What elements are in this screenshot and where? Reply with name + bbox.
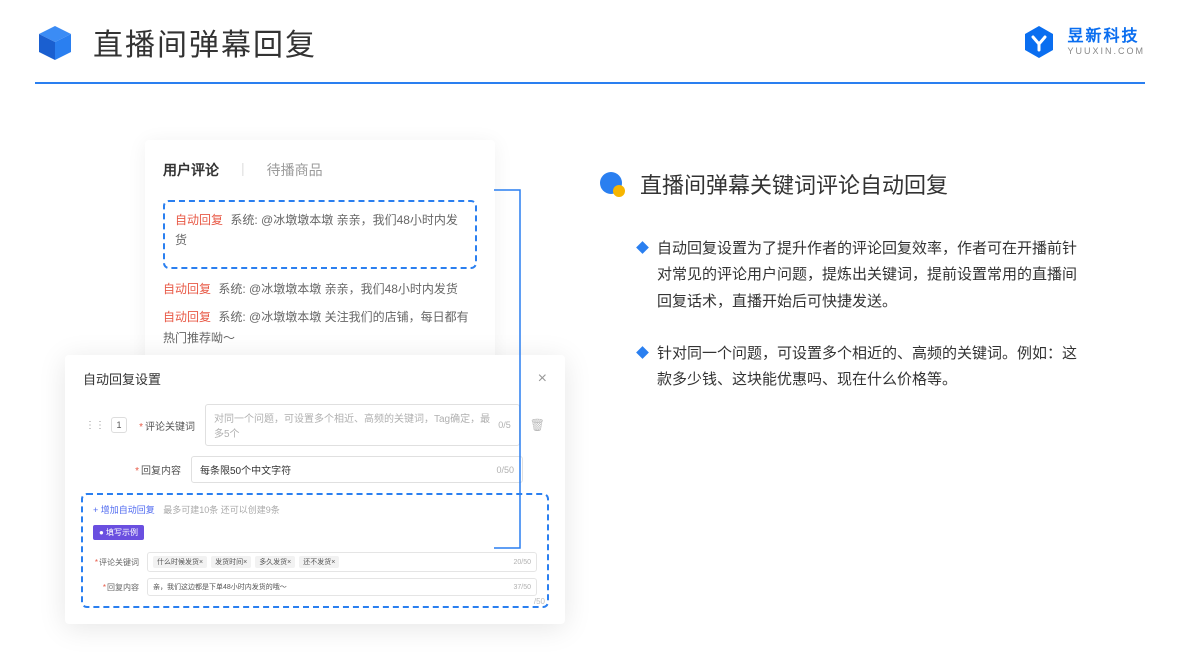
keyword-tag: 还不发货× bbox=[299, 556, 339, 568]
page-title: 直播间弹幕回复 bbox=[93, 20, 317, 64]
example-content-text: 亲，我们这边都是下单48小时内发货的哦～ bbox=[153, 582, 287, 592]
placeholder-text: 每条限50个中文字符 bbox=[200, 462, 291, 477]
modal-header: 自动回复设置 × bbox=[81, 369, 549, 388]
input-keywords[interactable]: 对同一个问题，可设置多个相近、高频的关键词，Tag确定，最多5个 0/5 bbox=[205, 404, 520, 446]
char-count: 20/50 bbox=[513, 559, 531, 566]
system-label: 系统: bbox=[230, 213, 257, 227]
keyword-tag: 发货时间× bbox=[211, 556, 251, 568]
example-row-content: *回复内容 亲，我们这边都是下单48小时内发货的哦～ 37/50 bbox=[93, 578, 537, 596]
modal-title: 自动回复设置 bbox=[83, 369, 161, 388]
diamond-icon bbox=[636, 346, 649, 359]
brand-text: 昱新科技 YUUXIN.COM bbox=[1067, 29, 1145, 56]
system-label: 系统: bbox=[218, 310, 245, 324]
auto-reply-label: 自动回复 bbox=[175, 213, 223, 227]
auto-reply-label: 自动回复 bbox=[163, 310, 211, 324]
char-count: 0/50 bbox=[496, 465, 514, 475]
keyword-tag: 多久发货× bbox=[255, 556, 295, 568]
brand-name-en: YUUXIN.COM bbox=[1067, 47, 1145, 56]
index-badge: 1 bbox=[111, 417, 127, 433]
ex-label: *回复内容 bbox=[93, 582, 139, 593]
right-content: 直播间弹幕关键词评论自动回复 自动回复设置为了提升作者的评论回复效率，作者可在开… bbox=[598, 168, 1118, 419]
tag-group: 什么时候发货× 发货时间× 多久发货× 还不发货× bbox=[153, 556, 339, 568]
comment-row: 自动回复 系统: @冰墩墩本墩 亲亲，我们48小时内发货 bbox=[175, 210, 465, 251]
bullet-text: 针对同一个问题，可设置多个相近的、高频的关键词。例如：这款多少钱、这块能优惠吗、… bbox=[657, 341, 1087, 394]
bullet-item: 自动回复设置为了提升作者的评论回复效率，作者可在开播前针对常见的评论用户问题，提… bbox=[598, 236, 1118, 315]
header-divider bbox=[35, 82, 1145, 84]
bullet-item: 针对同一个问题，可设置多个相近的、高频的关键词。例如：这款多少钱、这块能优惠吗、… bbox=[598, 341, 1118, 394]
keyword-tag: 什么时候发货× bbox=[153, 556, 207, 568]
char-count: 0/5 bbox=[498, 420, 511, 430]
cube-icon bbox=[35, 22, 75, 62]
diamond-icon bbox=[636, 241, 649, 254]
brand-logo-icon bbox=[1021, 24, 1057, 60]
form-row-keywords: ⋮⋮ 1 *评论关键词 对同一个问题，可设置多个相近、高频的关键词，Tag确定，… bbox=[81, 404, 549, 446]
char-count: 37/50 bbox=[513, 584, 531, 591]
example-box: + 增加自动回复 最多可建10条 还可以创建9条 ● 填写示例 *评论关键词 什… bbox=[81, 493, 549, 608]
add-hint: 最多可建10条 还可以创建9条 bbox=[163, 505, 280, 515]
trailing-count: /50 bbox=[534, 597, 545, 606]
system-label: 系统: bbox=[218, 282, 245, 296]
example-badge: ● 填写示例 bbox=[93, 525, 144, 540]
heading-text: 直播间弹幕关键词评论自动回复 bbox=[640, 168, 948, 200]
example-row-keywords: *评论关键词 什么时候发货× 发货时间× 多久发货× 还不发货× 20/50 bbox=[93, 552, 537, 572]
comment-text: @冰墩墩本墩 亲亲，我们48小时内发货 bbox=[249, 282, 458, 296]
tab-divider: | bbox=[241, 160, 245, 180]
form-row-content: *回复内容 每条限50个中文字符 0/50 bbox=[81, 456, 549, 483]
example-content-input: 亲，我们这边都是下单48小时内发货的哦～ 37/50 bbox=[147, 578, 537, 596]
highlighted-comment: 自动回复 系统: @冰墩墩本墩 亲亲，我们48小时内发货 bbox=[163, 200, 477, 269]
auto-reply-label: 自动回复 bbox=[163, 282, 211, 296]
label-content: *回复内容 bbox=[123, 462, 181, 477]
example-keywords-input: 什么时候发货× 发货时间× 多久发货× 还不发货× 20/50 bbox=[147, 552, 537, 572]
comment-row: 自动回复 系统: @冰墩墩本墩 亲亲，我们48小时内发货 bbox=[163, 279, 477, 299]
heading-icon bbox=[598, 170, 626, 198]
tab-pending-goods[interactable]: 待播商品 bbox=[267, 160, 323, 180]
drag-handle-icon[interactable]: ⋮⋮ bbox=[85, 420, 105, 431]
comment-tabs: 用户评论 | 待播商品 bbox=[163, 160, 477, 180]
header-left: 直播间弹幕回复 bbox=[35, 20, 317, 64]
comment-row: 自动回复 系统: @冰墩墩本墩 关注我们的店铺，每日都有热门推荐呦～ bbox=[163, 307, 477, 348]
section-heading: 直播间弹幕关键词评论自动回复 bbox=[598, 168, 1118, 200]
close-icon[interactable]: × bbox=[538, 370, 547, 388]
row-prefix: ⋮⋮ 1 bbox=[85, 417, 127, 433]
brand-name-cn: 昱新科技 bbox=[1067, 29, 1145, 45]
bullet-text: 自动回复设置为了提升作者的评论回复效率，作者可在开播前针对常见的评论用户问题，提… bbox=[657, 236, 1087, 315]
label-keywords: *评论关键词 bbox=[137, 418, 195, 433]
page-header: 直播间弹幕回复 昱新科技 YUUXIN.COM bbox=[35, 20, 1145, 64]
ex-label: *评论关键词 bbox=[93, 557, 139, 568]
tab-user-comments[interactable]: 用户评论 bbox=[163, 160, 219, 180]
brand: 昱新科技 YUUXIN.COM bbox=[1021, 24, 1145, 60]
input-content[interactable]: 每条限50个中文字符 0/50 bbox=[191, 456, 523, 483]
placeholder-text: 对同一个问题，可设置多个相近、高频的关键词，Tag确定，最多5个 bbox=[214, 410, 498, 440]
trash-icon[interactable]: 🗑 bbox=[530, 418, 545, 432]
settings-modal: 自动回复设置 × ⋮⋮ 1 *评论关键词 对同一个问题，可设置多个相近、高频的关… bbox=[65, 355, 565, 624]
add-auto-reply-link[interactable]: + 增加自动回复 最多可建10条 还可以创建9条 bbox=[93, 503, 537, 516]
